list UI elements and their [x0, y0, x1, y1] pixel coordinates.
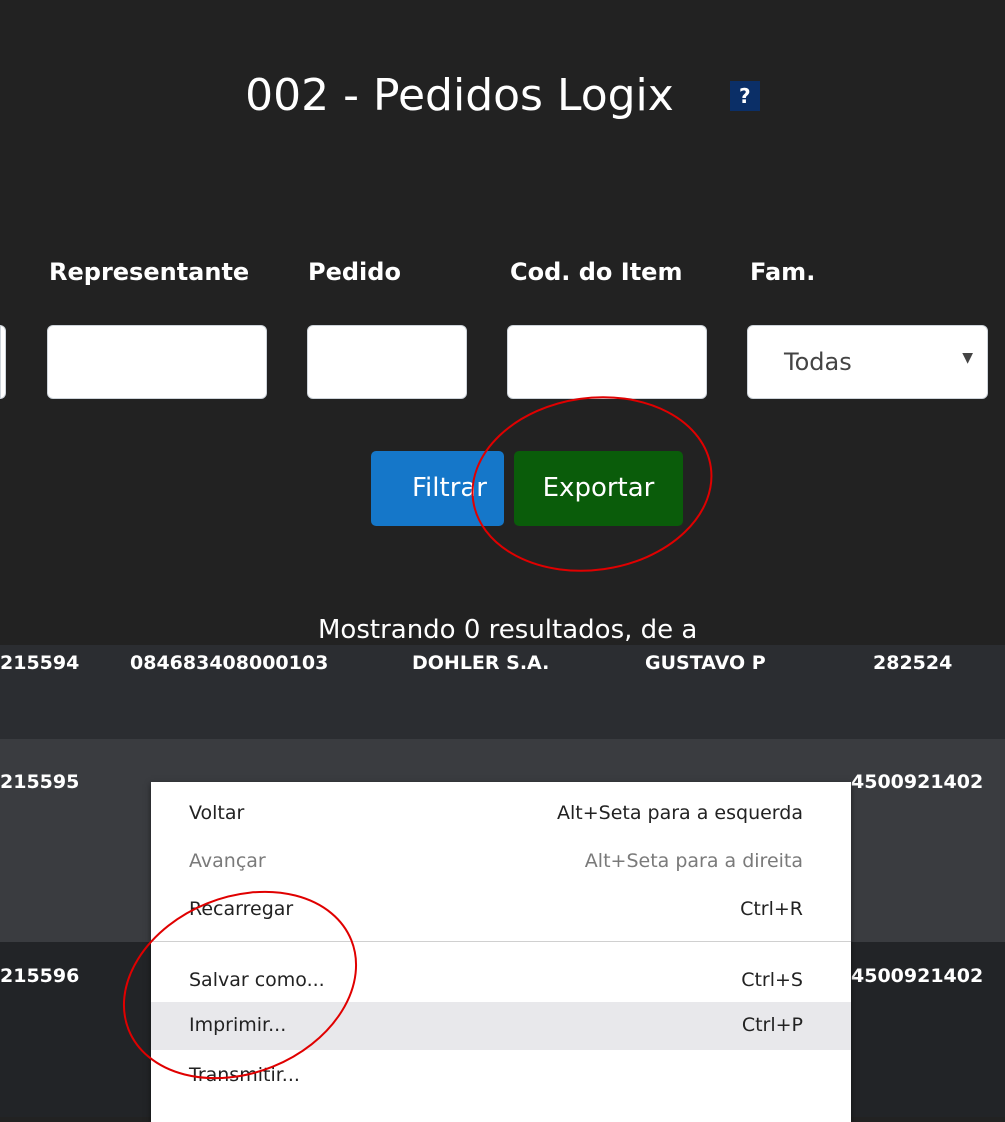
cell-representante: GUSTAVO P — [645, 652, 766, 674]
cell-pedido: 282524 — [873, 652, 953, 674]
filtrar-button[interactable]: Filtrar — [371, 451, 504, 526]
chevron-down-icon: ▼ — [962, 350, 973, 366]
label-cod-item: Cod. do Item — [510, 258, 683, 286]
cell-pedido: 4500921402 — [851, 771, 984, 793]
menu-item-voltar[interactable]: Voltar Alt+Seta para a esquerda — [151, 790, 851, 838]
table-row[interactable]: 215594 084683408000103 DOHLER S.A. GUSTA… — [0, 645, 1005, 739]
context-menu: Voltar Alt+Seta para a esquerda Avançar … — [151, 782, 851, 1122]
cell-id: 215595 — [0, 771, 80, 793]
cell-id: 215596 — [0, 965, 80, 987]
menu-separator — [151, 941, 851, 942]
menu-item-salvar-como[interactable]: Salvar como... Ctrl+S — [151, 957, 851, 1005]
cod-item-input[interactable] — [507, 325, 707, 399]
exportar-button[interactable]: Exportar — [514, 451, 683, 526]
header: 002 - Pedidos Logix? — [0, 70, 1005, 121]
menu-item-transmitir[interactable]: Transmitir... — [151, 1052, 851, 1100]
results-status: Mostrando 0 resultados, de a — [318, 615, 698, 645]
label-pedido: Pedido — [308, 258, 401, 286]
fam-select[interactable]: Todas ▼ — [747, 325, 988, 399]
cell-id: 215594 — [0, 652, 80, 674]
label-fam: Fam. — [750, 258, 816, 286]
pedido-input[interactable] — [307, 325, 467, 399]
previous-filter-input[interactable] — [0, 325, 6, 399]
cell-cnpj: 084683408000103 — [130, 652, 329, 674]
menu-item-avancar: Avançar Alt+Seta para a direita — [189, 850, 803, 872]
menu-item-recarregar[interactable]: Recarregar Ctrl+R — [151, 886, 851, 934]
fam-select-value: Todas — [784, 348, 852, 376]
menu-item-imprimir[interactable]: Imprimir... Ctrl+P — [151, 1002, 851, 1050]
representante-input[interactable] — [47, 325, 267, 399]
label-representante: Representante — [49, 258, 250, 286]
page-title: 002 - Pedidos Logix — [245, 70, 674, 121]
cell-pedido: 4500921402 — [851, 965, 984, 987]
cell-cliente: DOHLER S.A. — [412, 652, 550, 674]
help-icon[interactable]: ? — [729, 80, 760, 111]
